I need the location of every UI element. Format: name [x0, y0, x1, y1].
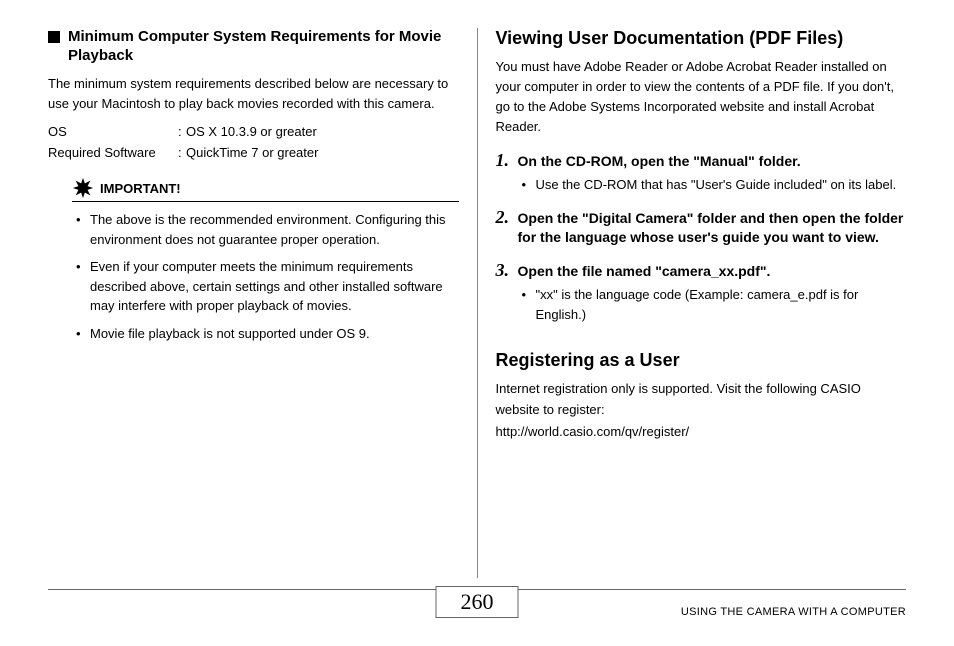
step-text: On the CD-ROM, open the "Manual" folder. [518, 152, 907, 172]
step-text: Open the file named "camera_xx.pdf". [518, 262, 907, 282]
left-column: Minimum Computer System Requirements for… [48, 28, 477, 578]
spec-sep: : [178, 143, 186, 164]
step-bullets: Use the CD-ROM that has "User's Guide in… [522, 175, 907, 195]
spec-label: OS [48, 122, 178, 143]
section-title: Minimum Computer System Requirements for… [68, 28, 459, 66]
spec-value: QuickTime 7 or greater [186, 143, 459, 164]
important-list: The above is the recommended environment… [76, 210, 459, 343]
step-number: 2. [496, 207, 510, 228]
list-item: Movie file playback is not supported und… [76, 324, 459, 344]
step-bullets: "xx" is the language code (Example: came… [522, 285, 907, 324]
spec-row-os: OS : OS X 10.3.9 or greater [48, 122, 459, 143]
step-number: 1. [496, 150, 510, 171]
spec-label: Required Software [48, 143, 178, 164]
spec-value: OS X 10.3.9 or greater [186, 122, 459, 143]
right-column: Viewing User Documentation (PDF Files) Y… [477, 28, 907, 578]
spec-row-software: Required Software : QuickTime 7 or great… [48, 143, 459, 164]
spec-sep: : [178, 122, 186, 143]
step-2: 2. Open the "Digital Camera" folder and … [496, 209, 907, 248]
important-label: IMPORTANT! [100, 181, 181, 196]
list-item: "xx" is the language code (Example: came… [522, 285, 907, 324]
important-heading: IMPORTANT! [72, 177, 459, 202]
register-paragraph: Internet registration only is supported.… [496, 379, 907, 419]
step-text: Open the "Digital Camera" folder and the… [518, 209, 907, 248]
register-url: http://world.casio.com/qv/register/ [496, 422, 907, 442]
step-3: 3. Open the file named "camera_xx.pdf". … [496, 262, 907, 325]
square-bullet-icon [48, 31, 60, 43]
heading-registering: Registering as a User [496, 350, 907, 371]
list-item: Use the CD-ROM that has "User's Guide in… [522, 175, 907, 195]
footer-section-label: USING THE CAMERA WITH A COMPUTER [681, 606, 906, 618]
section-heading: Minimum Computer System Requirements for… [48, 28, 459, 66]
page-footer: 260 USING THE CAMERA WITH A COMPUTER [48, 589, 906, 630]
important-block: IMPORTANT! The above is the recommended … [72, 177, 459, 343]
intro-paragraph: The minimum system requirements describe… [48, 74, 459, 114]
list-item: Even if your computer meets the minimum … [76, 257, 459, 316]
step-number: 3. [496, 260, 510, 281]
viewing-paragraph: You must have Adobe Reader or Adobe Acro… [496, 57, 907, 138]
list-item: The above is the recommended environment… [76, 210, 459, 249]
page-number: 260 [436, 586, 519, 618]
heading-viewing: Viewing User Documentation (PDF Files) [496, 28, 907, 49]
burst-icon [72, 177, 94, 199]
step-1: 1. On the CD-ROM, open the "Manual" fold… [496, 152, 907, 195]
